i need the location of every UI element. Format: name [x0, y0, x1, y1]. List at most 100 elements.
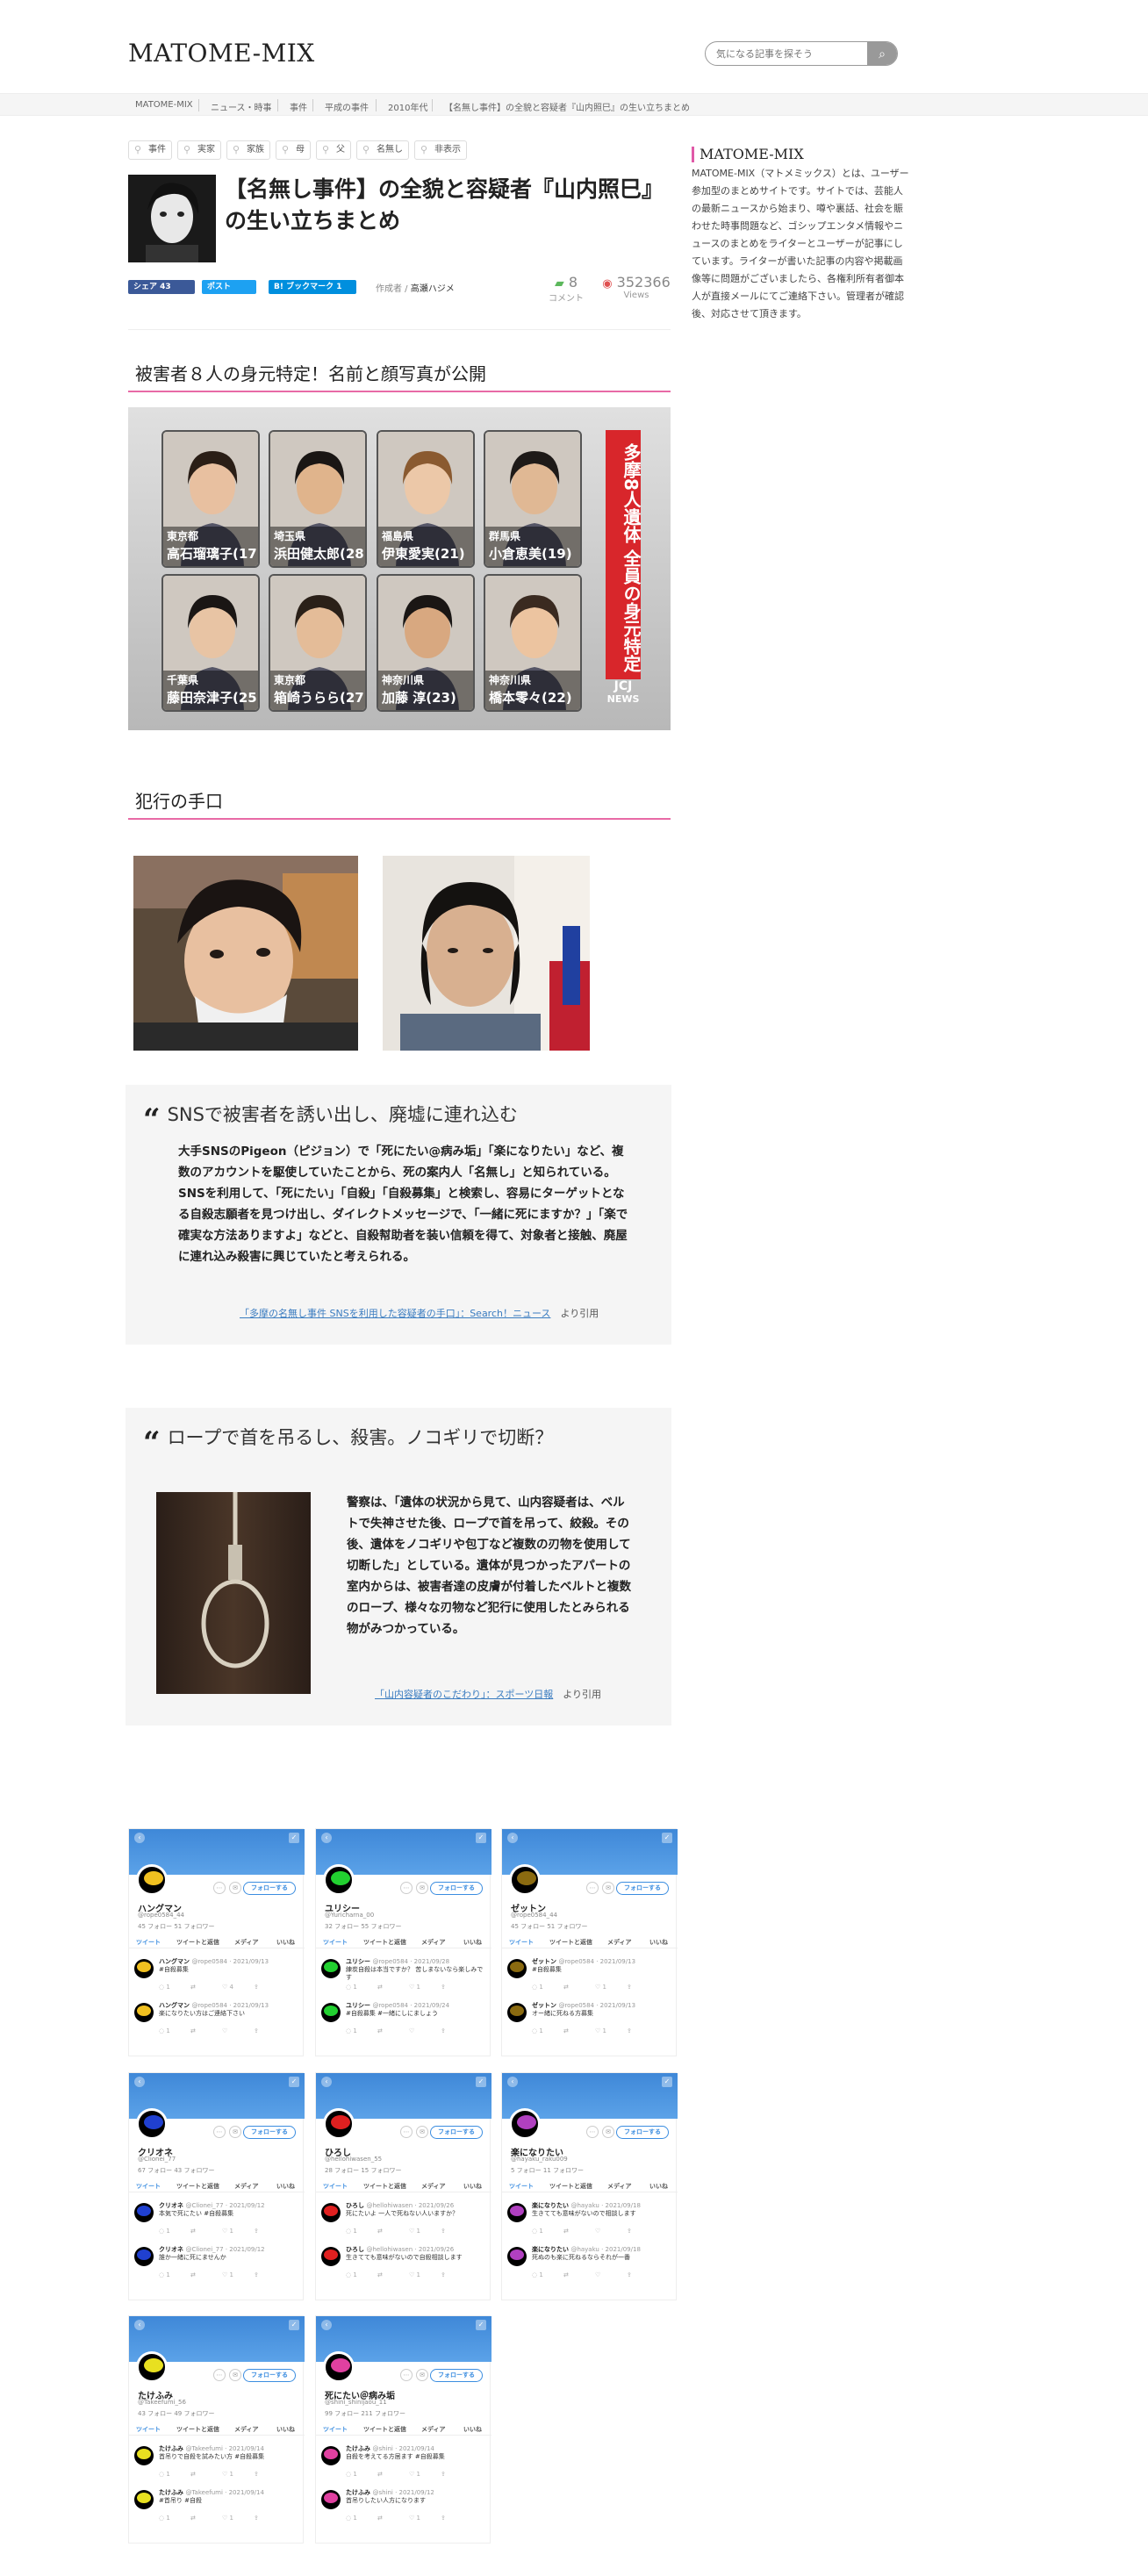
follow-button[interactable]: フォローする [616, 2126, 669, 2139]
check-icon[interactable]: ✓ [289, 2077, 299, 2087]
tweet[interactable]: ゼットン @rope0584 · 2021/09/13 オー緒に死ねる方募集 ◌… [507, 2001, 674, 2040]
tweet-actions[interactable]: ◌ 1 ⇄ ♡ ⇪ [532, 2271, 664, 2278]
tweet[interactable]: クリオネ @Clionei_77 · 2021/09/12 誰か一緒に死にません… [134, 2245, 301, 2284]
more-icon[interactable]: ⋯ [213, 2369, 226, 2381]
back-icon[interactable]: ‹ [507, 2077, 518, 2087]
tweet[interactable]: ハングマン @rope0584 · 2021/09/13 #自殺募集 ◌ 1 ⇄ … [134, 1957, 301, 1996]
profile-tab[interactable]: ツイートと返信 [549, 2182, 592, 2191]
back-icon[interactable]: ‹ [134, 1833, 145, 1843]
breadcrumb-news[interactable]: ニュース・時事 [211, 100, 272, 113]
check-icon[interactable]: ✓ [476, 2077, 486, 2087]
profile-tab[interactable]: ツイートと返信 [176, 2182, 219, 2191]
profile-tab[interactable]: ツイートと返信 [176, 2425, 219, 2434]
more-icon[interactable]: ⋯ [586, 1882, 599, 1894]
profile-tab[interactable]: メディア [421, 1938, 446, 1947]
tweet[interactable]: 楽になりたい @hayaku · 2021/09/18 生きてても意味がないので… [507, 2201, 674, 2240]
mail-icon[interactable]: ✉ [229, 1882, 241, 1894]
tweet[interactable]: ユリシー @rope0584 · 2021/09/24 #自殺募集 #一緒にしに… [321, 2001, 488, 2040]
citation-link[interactable]: 「山内容疑者のこだわり」：スポーツ日報 [375, 1689, 553, 1700]
tag-item[interactable]: 実家 [177, 140, 221, 160]
tweet-actions[interactable]: ◌ 1 ⇄ ♡ 1 ⇪ [346, 2515, 477, 2522]
profile-tab[interactable]: ツイートと返信 [363, 2182, 406, 2191]
profile-tab[interactable]: ツイート [136, 2425, 161, 2434]
mail-icon[interactable]: ✉ [416, 1882, 428, 1894]
tweet[interactable]: 楽になりたい @hayaku · 2021/09/18 死ぬのも楽に死ねるならそ… [507, 2245, 674, 2284]
check-icon[interactable]: ✓ [476, 2320, 486, 2330]
twitter-profile-card[interactable]: ‹ ✓ ⋯ ✉ フォローする ひろし @hellohiwasen_55 28 フ… [315, 2072, 491, 2300]
tweet-actions[interactable]: ◌ 1 ⇄ ♡ 4 ⇪ [159, 1984, 291, 1991]
tweet-actions[interactable]: ◌ 1 ⇄ ♡ ⇪ [532, 2228, 664, 2235]
follow-button[interactable]: フォローする [243, 1882, 296, 1895]
tweet-actions[interactable]: ◌ 1 ⇄ ♡ 1 ⇪ [346, 1984, 477, 1991]
tweet[interactable]: ゼットン @rope0584 · 2021/09/13 #自殺募集 ◌ 1 ⇄ ♡… [507, 1957, 674, 1996]
back-icon[interactable]: ‹ [321, 2320, 332, 2330]
follow-button[interactable]: フォローする [243, 2126, 296, 2139]
tag-item[interactable]: 事件 [128, 140, 172, 160]
twitter-post-button[interactable]: ポスト [202, 280, 256, 294]
profile-tab[interactable]: いいね [463, 2425, 482, 2434]
tag-item[interactable]: 父 [316, 140, 351, 160]
mail-icon[interactable]: ✉ [602, 1882, 614, 1894]
follow-button[interactable]: フォローする [430, 1882, 483, 1895]
search-icon[interactable]: ⌕ [867, 42, 897, 65]
tweet[interactable]: ユリシー @rope0584 · 2021/09/28 練炭自殺は本当ですか？ … [321, 1957, 488, 1996]
mail-icon[interactable]: ✉ [416, 2126, 428, 2138]
profile-tab[interactable]: メディア [234, 2182, 259, 2191]
twitter-profile-card[interactable]: ‹ ✓ ⋯ ✉ フォローする 楽になりたい @hayaku_raku009 5 … [501, 2072, 678, 2300]
follow-button[interactable]: フォローする [243, 2369, 296, 2382]
profile-tab[interactable]: いいね [649, 2182, 668, 2191]
profile-tab[interactable]: ツイートと返信 [549, 1938, 592, 1947]
more-icon[interactable]: ⋯ [400, 1882, 413, 1894]
tweet[interactable]: クリオネ @Clionei_77 · 2021/09/12 本気で死にたい #自… [134, 2201, 301, 2240]
more-icon[interactable]: ⋯ [400, 2369, 413, 2381]
back-icon[interactable]: ‹ [321, 2077, 332, 2087]
twitter-profile-card[interactable]: ‹ ✓ ⋯ ✉ フォローする ゼットン @rope0584_44 45 フォロー… [501, 1828, 678, 2056]
more-icon[interactable]: ⋯ [400, 2126, 413, 2138]
tag-item[interactable]: 名無し [356, 140, 409, 160]
profile-tab[interactable]: メディア [607, 1938, 632, 1947]
profile-tab[interactable]: メディア [421, 2182, 446, 2191]
mail-icon[interactable]: ✉ [602, 2126, 614, 2138]
tweet-actions[interactable]: ◌ 1 ⇄ ♡ 1 ⇪ [532, 2027, 664, 2034]
tweet[interactable]: たけふみ @Takeefumi · 2021/09/14 首吊りで自殺を試みたい… [134, 2444, 301, 2483]
profile-tab[interactable]: ツイート [136, 1938, 161, 1947]
profile-tab[interactable]: ツイート [136, 2182, 161, 2191]
twitter-profile-card[interactable]: ‹ ✓ ⋯ ✉ フォローする 死にたい＠病み垢 @shini_shinijaou… [315, 2315, 491, 2544]
back-icon[interactable]: ‹ [134, 2077, 145, 2087]
tweet[interactable]: たけふみ @Takeefumi · 2021/09/14 #首吊り #自殺 ◌ … [134, 2488, 301, 2527]
mail-icon[interactable]: ✉ [229, 2126, 241, 2138]
hatena-bookmark-button[interactable]: B! ブックマーク 1 [269, 280, 356, 294]
profile-tab[interactable]: いいね [276, 2425, 295, 2434]
profile-tab[interactable]: いいね [276, 1938, 295, 1947]
facebook-share-button[interactable]: シェア 43 [128, 280, 195, 294]
breadcrumb-incident[interactable]: 事件 [290, 100, 307, 113]
search-input[interactable] [716, 46, 865, 61]
back-icon[interactable]: ‹ [134, 2320, 145, 2330]
tweet-actions[interactable]: ◌ 1 ⇄ ♡ 1 ⇪ [159, 2228, 291, 2235]
profile-tab[interactable]: ツイート [323, 1938, 348, 1947]
more-icon[interactable]: ⋯ [213, 2126, 226, 2138]
profile-tab[interactable]: ツイートと返信 [363, 1938, 406, 1947]
profile-tab[interactable]: いいね [463, 2182, 482, 2191]
back-icon[interactable]: ‹ [507, 1833, 518, 1843]
check-icon[interactable]: ✓ [289, 2320, 299, 2330]
profile-tab[interactable]: ツイート [323, 2182, 348, 2191]
tweet[interactable]: ひろし @hellohiwasen · 2021/09/26 死にたいよ 一人で… [321, 2201, 488, 2240]
tag-item[interactable]: 非表示 [414, 140, 467, 160]
mail-icon[interactable]: ✉ [416, 2369, 428, 2381]
follow-button[interactable]: フォローする [616, 1882, 669, 1895]
twitter-profile-card[interactable]: ‹ ✓ ⋯ ✉ フォローする ハングマン @rope0584_44 45 フォロ… [128, 1828, 305, 2056]
citation-link[interactable]: 「多摩の名無し事件 SNSを利用した容疑者の手口」：Search！ニュース [240, 1308, 550, 1319]
profile-tab[interactable]: ツイート [509, 1938, 534, 1947]
check-icon[interactable]: ✓ [662, 2077, 672, 2087]
twitter-profile-card[interactable]: ‹ ✓ ⋯ ✉ フォローする ユリシー @Yuricharna_00 32 フォ… [315, 1828, 491, 2056]
profile-tab[interactable]: メディア [234, 2425, 259, 2434]
check-icon[interactable]: ✓ [662, 1833, 672, 1843]
profile-tab[interactable]: いいね [276, 2182, 295, 2191]
breadcrumb-home[interactable]: MATOME-MIX [135, 100, 193, 110]
more-icon[interactable]: ⋯ [586, 2126, 599, 2138]
profile-tab[interactable]: メディア [607, 2182, 632, 2191]
back-icon[interactable]: ‹ [321, 1833, 332, 1843]
tweet-actions[interactable]: ◌ 1 ⇄ ♡ 1 ⇪ [159, 2515, 291, 2522]
breadcrumb-2010s[interactable]: 2010年代 [388, 100, 427, 113]
